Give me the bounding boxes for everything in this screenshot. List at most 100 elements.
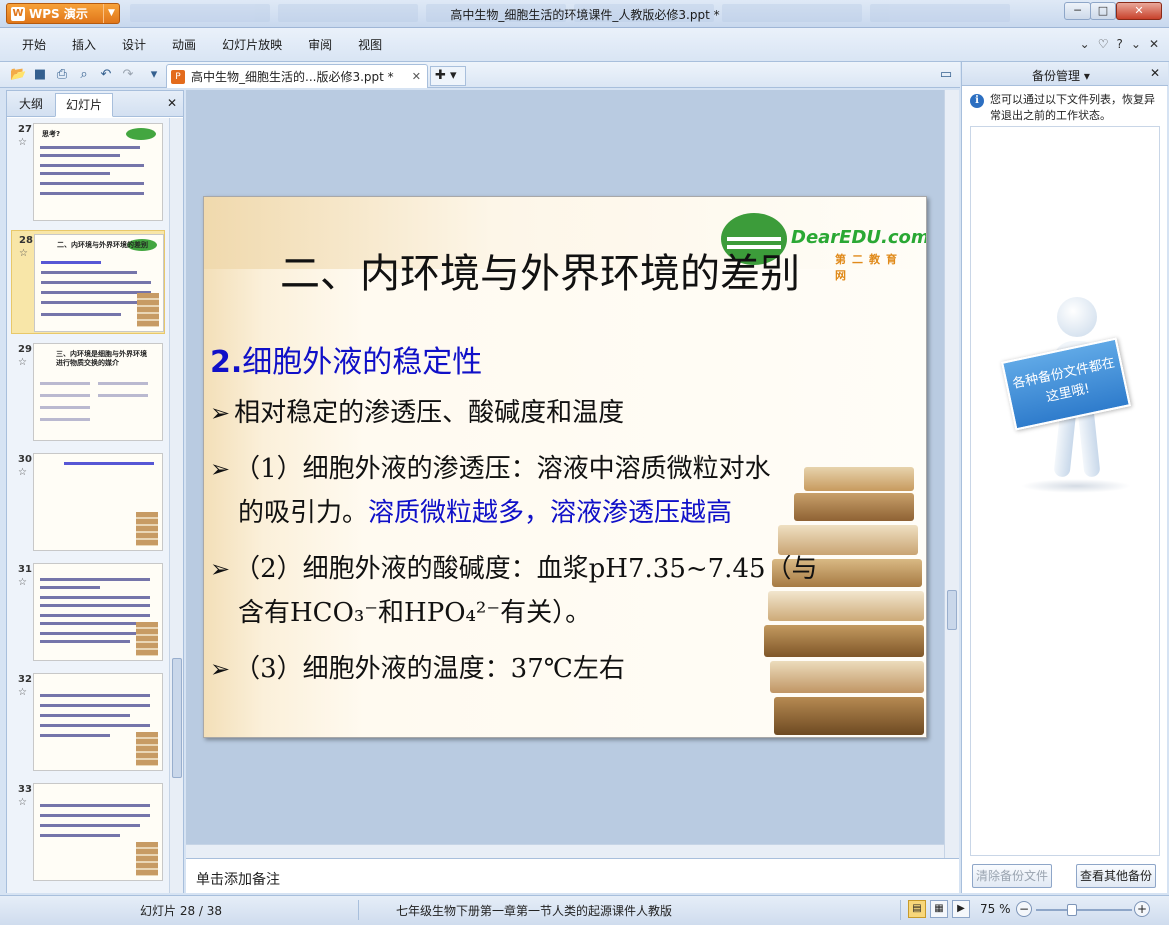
wps-logo-icon: W (11, 6, 25, 21)
slide-number: 33 (18, 784, 32, 795)
maximize-button[interactable]: □ (1090, 2, 1116, 20)
thumbnail-preview (33, 453, 163, 551)
slide-number: 27 (18, 124, 32, 135)
animation-star-icon: ☆ (18, 137, 27, 148)
restore-pane-icon[interactable]: ▭ (938, 67, 954, 83)
thumbnail-title: 三、内环境是细胞与外界环境进行物质交换的媒介 (56, 350, 147, 367)
subhead-number: 2. (210, 345, 243, 380)
slide-thumbnail[interactable]: 31 ☆ (11, 560, 165, 664)
backup-pane-header: 备份管理 ▾ ✕ (962, 62, 1168, 86)
undo-icon[interactable]: ↶ (98, 67, 114, 83)
zoom-slider-track[interactable] (1036, 909, 1132, 911)
animation-star-icon: ☆ (18, 577, 27, 588)
skin-icon[interactable]: ♡ (1098, 37, 1109, 51)
notes-pane[interactable]: 单击添加备注 (186, 858, 959, 893)
bullet-1[interactable]: ➢ 相对稳定的渗透压、酸碱度和温度 (210, 391, 920, 435)
horizontal-scrollbar[interactable] (186, 844, 944, 858)
menu-view[interactable]: 视图 (346, 36, 396, 53)
slide-number: 30 (18, 454, 32, 465)
backup-file-list[interactable]: 各种备份文件都在这里哦! (970, 126, 1160, 856)
animation-star-icon: ☆ (19, 248, 28, 259)
zoom-in-button[interactable]: + (1134, 901, 1150, 917)
slide-thumbnail-selected[interactable]: 28 ☆ 二、内环境与外界环境的差别 (11, 230, 165, 334)
slide-thumbnail[interactable]: 29 ☆ 三、内环境是细胞与外界环境进行物质交换的媒介 (11, 340, 165, 444)
bullet-highlight-text: 溶质微粒越多，溶液渗透压越高 (368, 498, 733, 528)
close-button[interactable]: ✕ (1116, 2, 1162, 20)
wps-app-menu-button[interactable]: W WPS 演示 ▼ (6, 3, 120, 24)
chevron-down-icon[interactable]: ⌄ (1131, 37, 1141, 51)
arrow-bullet-icon: ➢ (210, 399, 231, 427)
menu-home[interactable]: 开始 (10, 36, 60, 53)
slide-number: 28 (19, 235, 33, 246)
menu-design[interactable]: 设计 (110, 36, 160, 53)
vertical-scrollbar[interactable] (944, 90, 959, 858)
redo-icon[interactable]: ↷ (120, 67, 136, 83)
menu-right-controls: ⌄ ♡ ? ⌄ ✕ (1080, 37, 1159, 51)
subhead-text: 细胞外液的稳定性 (242, 345, 483, 380)
animation-star-icon: ☆ (18, 797, 27, 808)
slide-sorter-icon[interactable]: ▦ (930, 900, 948, 918)
thumbnail-preview (33, 783, 163, 881)
status-document-name: 七年级生物下册第一章第一节人类的起源课件人教版 (396, 904, 673, 918)
new-tab-button[interactable]: ✚ ▾ (430, 66, 466, 86)
slide-thumbnail[interactable]: 30 ☆ (11, 450, 165, 554)
close-doc-icon[interactable]: ✕ (1149, 37, 1159, 51)
bullet-2[interactable]: ➢ （1）细胞外液的渗透压：溶液中溶质微粒对水 的吸引力。溶质微粒越多，溶液渗透压… (210, 447, 920, 535)
minimize-button[interactable]: ─ (1064, 2, 1091, 20)
slide-number: 32 (18, 674, 32, 685)
bullet-text: 相对稳定的渗透压、酸碱度和温度 (234, 398, 625, 428)
backup-manager-pane: 备份管理 ▾ ✕ i 您可以通过以下文件列表，恢复异常退出之前的工作状态。 各种… (961, 62, 1168, 893)
slide-subheading[interactable]: 2.细胞外液的稳定性 (210, 337, 482, 381)
ribbon-collapse-icon[interactable]: ⌄ (1080, 37, 1090, 51)
separator (358, 900, 359, 920)
close-tab-icon[interactable]: ✕ (412, 70, 421, 83)
tab-slides[interactable]: 幻灯片 (55, 93, 114, 117)
bullet-3[interactable]: ➢ （2）细胞外液的酸碱度：血浆pH7.35~7.45（与 含有HCO₃⁻和HPO… (210, 547, 920, 635)
zoom-slider-knob[interactable] (1067, 904, 1077, 916)
close-pane-icon[interactable]: ✕ (167, 96, 177, 110)
menu-animation[interactable]: 动画 (160, 36, 210, 53)
backup-pane-title[interactable]: 备份管理 ▾ (1032, 67, 1090, 84)
customize-toolbar-icon[interactable]: ▾ (146, 67, 162, 83)
notes-placeholder: 单击添加备注 (196, 872, 280, 888)
document-tab[interactable]: P 高中生物_细胞生活的...版必修3.ppt * ✕ (166, 64, 428, 88)
menu-insert[interactable]: 插入 (60, 36, 110, 53)
thumbnail-preview: 思考? (33, 123, 163, 221)
slide-thumbnail[interactable]: 32 ☆ (11, 670, 165, 774)
current-slide[interactable]: DearEDU.com 第二教育网 二、内环境与外界环境的差别 2.细胞外液的稳… (203, 196, 927, 738)
slide-thumbnail[interactable]: 27 ☆ 思考? (11, 120, 165, 224)
quick-access-toolbar: 📂 ■ ⎙ ⌕ ↶ ↷ ▾ P 高中生物_细胞生活的...版必修3.ppt * … (0, 62, 960, 88)
close-pane-icon[interactable]: ✕ (1150, 66, 1160, 80)
mascot-sign-text: 各种备份文件都在这里哦! (1001, 337, 1131, 431)
print-icon[interactable]: ⎙ (54, 67, 70, 83)
thumbnail-title: 思考? (42, 130, 61, 138)
save-icon[interactable]: ■ (32, 67, 48, 83)
slide-title[interactable]: 二、内环境与外界环境的差别 (280, 241, 880, 299)
view-other-backups-button[interactable]: 查看其他备份 (1076, 864, 1156, 888)
scrollbar-thumb[interactable] (947, 590, 957, 630)
backup-info: i 您可以通过以下文件列表，恢复异常退出之前的工作状态。 (970, 92, 1160, 124)
print-preview-icon[interactable]: ⌕ (76, 67, 92, 83)
thumbnail-preview: 二、内环境与外界环境的差别 (34, 234, 164, 332)
bullet-4[interactable]: ➢ （3）细胞外液的温度：37℃左右 (210, 647, 920, 691)
slide-number: 29 (18, 344, 32, 355)
slideshow-icon[interactable]: ▶ (952, 900, 970, 918)
bullet-text: （2）细胞外液的酸碱度：血浆pH7.35~7.45（与 (234, 554, 818, 584)
slide-counter: 幻灯片 28 / 38 (140, 904, 223, 918)
separator (900, 900, 901, 920)
scrollbar-thumb[interactable] (172, 658, 182, 778)
menu-review[interactable]: 审阅 (296, 36, 346, 53)
arrow-bullet-icon: ➢ (210, 655, 231, 683)
help-icon[interactable]: ? (1117, 37, 1123, 51)
thumbnail-scrollbar[interactable] (169, 118, 183, 893)
app-name: WPS 演示 (29, 7, 88, 21)
backup-info-text: 您可以通过以下文件列表，恢复异常退出之前的工作状态。 (990, 93, 1155, 122)
normal-view-icon[interactable]: ▤ (908, 900, 926, 918)
open-icon[interactable]: 📂 (10, 67, 26, 83)
slide-thumbnail-list: 27 ☆ 思考? 28 ☆ 二、内环境与外界环境的差别 29 ☆ 三、内环境是细… (7, 118, 169, 893)
slide-thumbnail[interactable]: 33 ☆ (11, 780, 165, 884)
zoom-out-button[interactable]: − (1016, 901, 1032, 917)
menu-slideshow[interactable]: 幻灯片放映 (210, 36, 296, 53)
clear-backup-button[interactable]: 清除备份文件 (972, 864, 1052, 888)
tab-outline[interactable]: 大纲 (9, 93, 53, 117)
